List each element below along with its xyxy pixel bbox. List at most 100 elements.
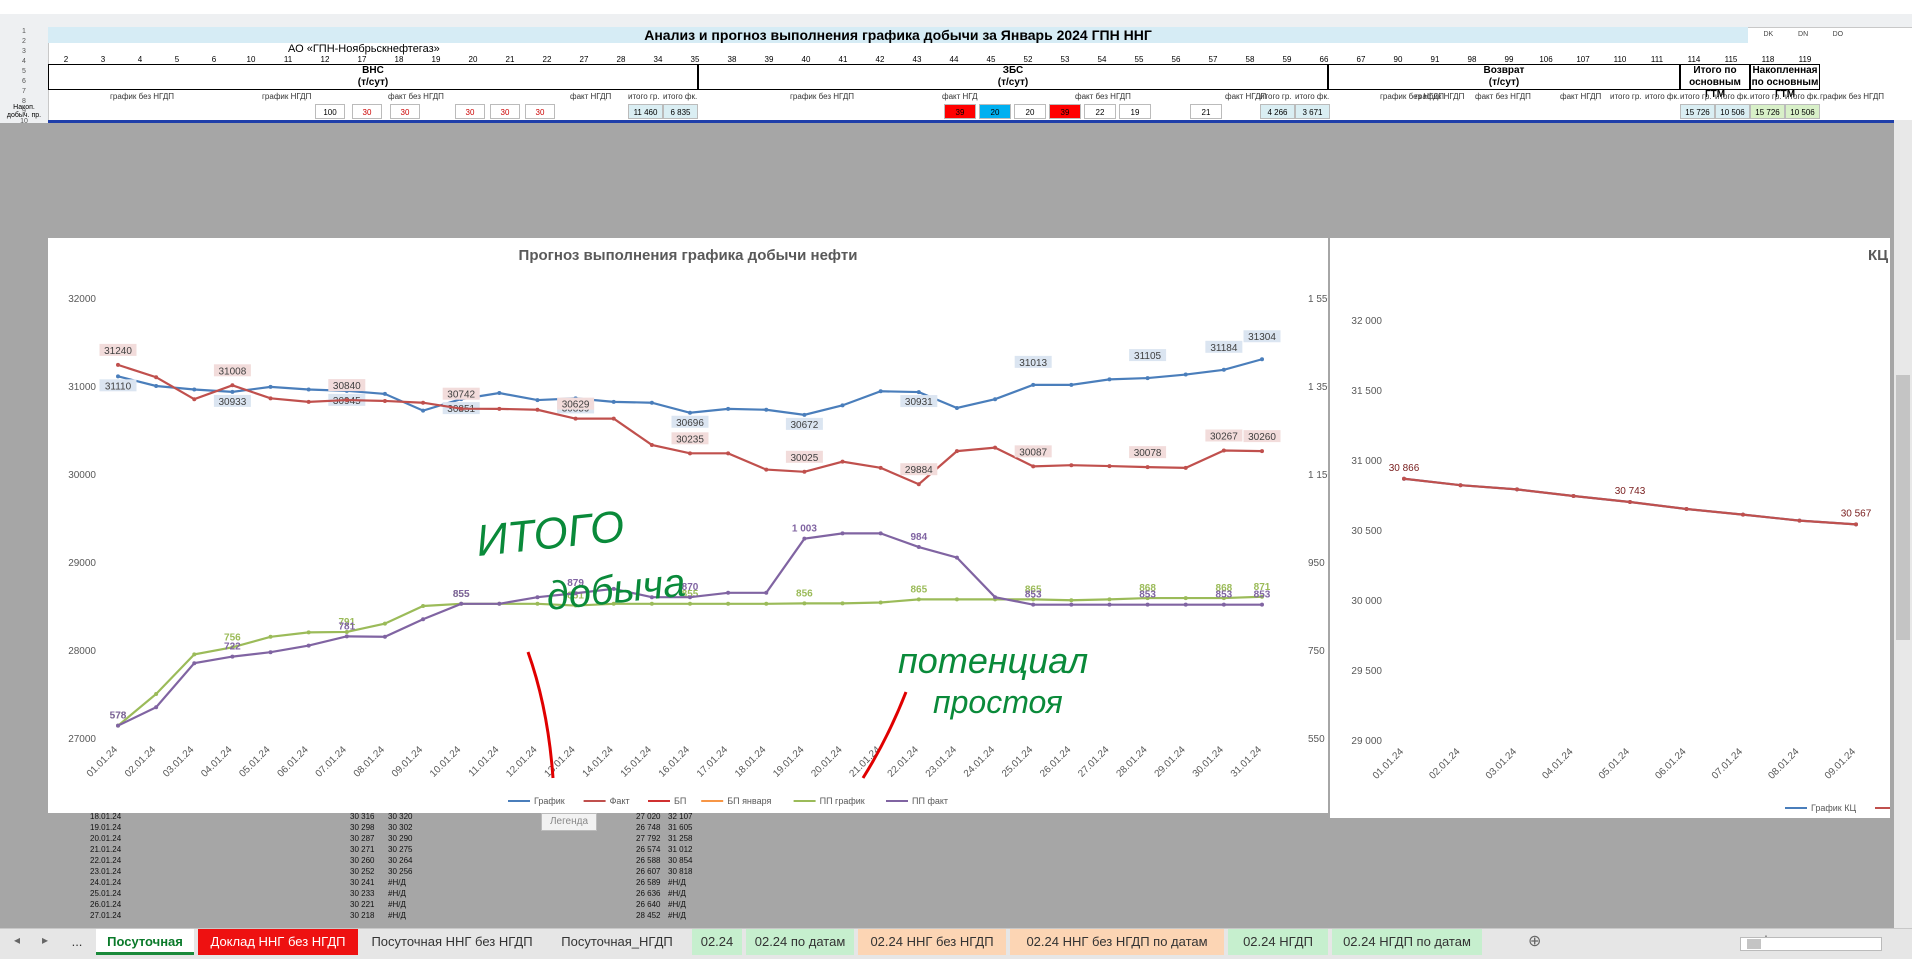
series-point[interactable] <box>688 595 692 600</box>
series-point[interactable] <box>1107 464 1112 469</box>
series-line[interactable] <box>117 595 1263 727</box>
row-number[interactable]: 3 <box>0 47 48 57</box>
series-point[interactable] <box>878 465 883 470</box>
series-point[interactable] <box>459 601 464 606</box>
series-point[interactable] <box>726 451 731 456</box>
vertical-scrollbar-thumb[interactable] <box>1896 375 1910 640</box>
series-point[interactable] <box>306 399 311 404</box>
series-line[interactable] <box>117 532 1262 727</box>
series-point[interactable] <box>344 398 349 403</box>
series-point[interactable] <box>1107 597 1112 602</box>
series-point[interactable] <box>1183 372 1188 377</box>
series-point[interactable] <box>382 398 387 403</box>
value-cell[interactable]: 19 <box>1119 104 1151 119</box>
series-point[interactable] <box>154 375 159 380</box>
sheet-tab[interactable]: 02.24 <box>692 929 742 955</box>
series-point[interactable] <box>878 389 883 394</box>
series-point[interactable] <box>1221 448 1226 453</box>
series-point[interactable] <box>421 400 426 405</box>
series-line[interactable] <box>117 358 1263 416</box>
series-point[interactable] <box>688 410 692 415</box>
value-cell[interactable]: 22 <box>1084 104 1116 119</box>
series-point[interactable] <box>764 590 769 595</box>
series-point[interactable] <box>497 406 502 411</box>
value-cell[interactable]: 10 506 <box>1715 104 1750 119</box>
series-point[interactable] <box>802 536 807 541</box>
row-number[interactable]: 5 <box>0 67 48 77</box>
row-number[interactable]: 2 <box>0 37 48 47</box>
series-point[interactable] <box>1069 598 1074 603</box>
series-point[interactable] <box>878 531 883 536</box>
legend-entry[interactable]: График КЦ <box>1811 803 1856 813</box>
value-cell[interactable]: 4 266 <box>1260 104 1295 119</box>
series-point[interactable] <box>1145 602 1150 607</box>
value-cell[interactable]: 15 726 <box>1750 104 1785 119</box>
horizontal-scrollbar-thumb[interactable] <box>1747 939 1761 949</box>
series-point[interactable] <box>1684 507 1689 511</box>
value-cell[interactable]: 30 <box>525 104 555 119</box>
series-point[interactable] <box>497 601 502 606</box>
series-point[interactable] <box>535 398 540 403</box>
series-point[interactable] <box>535 595 540 600</box>
series-point[interactable] <box>1069 382 1074 387</box>
oil-production-chart[interactable]: Прогноз выполнения графика добычи нефти 2… <box>48 238 1333 813</box>
series-point[interactable] <box>993 397 998 402</box>
more-tabs-button[interactable]: ... <box>62 929 92 955</box>
series-point[interactable] <box>268 650 273 655</box>
value-cell[interactable]: 15 726 <box>1680 104 1715 119</box>
series-point[interactable] <box>1107 602 1112 607</box>
value-cell[interactable]: 39 <box>1049 104 1081 119</box>
series-point[interactable] <box>840 531 845 536</box>
legend-entry[interactable]: БП января <box>727 796 771 806</box>
series-point[interactable] <box>192 661 197 666</box>
series-point[interactable] <box>268 396 273 401</box>
series-point[interactable] <box>764 407 769 412</box>
series-point[interactable] <box>192 397 197 402</box>
kc-chart[interactable]: КЦ 29 000 29 500 30 000 30 500 31 000 31 500 32… <box>1330 238 1912 818</box>
series-point[interactable] <box>421 617 426 622</box>
series-point[interactable] <box>1183 465 1188 470</box>
series-point[interactable] <box>1854 522 1858 527</box>
series-point[interactable] <box>1741 512 1745 517</box>
series-point[interactable] <box>840 403 845 408</box>
series-point[interactable] <box>688 601 692 606</box>
series-point[interactable] <box>154 692 159 696</box>
series-point[interactable] <box>230 654 235 659</box>
series-point[interactable] <box>1183 596 1188 601</box>
series-point[interactable] <box>459 406 464 411</box>
tab-prev-icon[interactable]: ◂ <box>14 933 20 947</box>
series-point[interactable] <box>192 652 197 657</box>
series-point[interactable] <box>344 634 349 639</box>
row-number[interactable]: 6 <box>0 77 48 87</box>
value-cell[interactable]: 6 835 <box>663 104 698 119</box>
col-letter[interactable]: DK <box>1751 28 1786 41</box>
series-point[interactable] <box>840 601 845 606</box>
value-cell[interactable]: 30 <box>352 104 382 119</box>
series-point[interactable] <box>421 408 426 413</box>
series-point[interactable] <box>916 482 921 487</box>
col-letter[interactable]: DO <box>1820 28 1855 41</box>
sheet-tab[interactable]: 02.24 НГДП <box>1228 929 1328 955</box>
series-point[interactable] <box>230 389 235 394</box>
series-point[interactable] <box>993 595 998 600</box>
series-point[interactable] <box>1183 602 1188 607</box>
series-point[interactable] <box>954 597 959 602</box>
series-point[interactable] <box>840 459 845 464</box>
row-number[interactable]: 4 <box>0 57 48 67</box>
series-point[interactable] <box>382 391 387 396</box>
series-point[interactable] <box>497 391 502 396</box>
series-point[interactable] <box>116 374 120 379</box>
series-point[interactable] <box>726 406 731 411</box>
legend-entry[interactable]: БП <box>674 796 686 806</box>
sheet-tab[interactable]: 02.24 ННГ без НГДП по датам <box>1010 929 1224 955</box>
value-cell[interactable]: 3 671 <box>1295 104 1330 119</box>
series-point[interactable] <box>1458 483 1463 488</box>
legend-entry[interactable]: ПП факт <box>912 796 948 806</box>
series-point[interactable] <box>382 621 387 626</box>
series-point[interactable] <box>916 597 921 602</box>
row-number[interactable]: 1 <box>0 27 48 37</box>
series-point[interactable] <box>611 399 616 404</box>
series-point[interactable] <box>1107 377 1112 382</box>
series-point[interactable] <box>535 407 540 412</box>
series-point[interactable] <box>916 545 921 550</box>
